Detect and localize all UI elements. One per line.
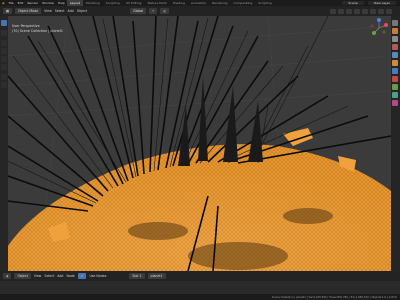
visibility-icon[interactable] (330, 8, 336, 14)
modifier-properties-icon[interactable] (392, 68, 398, 74)
zoom-icon[interactable] (382, 42, 388, 48)
world-properties-icon[interactable] (392, 52, 398, 58)
navigation-gizmo[interactable] (368, 17, 390, 39)
tool-properties-icon[interactable] (392, 20, 398, 26)
menu-file[interactable]: File (7, 1, 16, 5)
proportional-edit-icon[interactable]: ◎ (160, 8, 169, 14)
menu-select[interactable]: Select (55, 9, 65, 13)
physics-properties-icon[interactable] (392, 76, 398, 82)
cursor-icon[interactable] (1, 30, 7, 36)
shading-material-icon[interactable] (378, 8, 384, 14)
bottom-menu-select[interactable]: Select (44, 274, 54, 278)
camera-view-icon[interactable] (382, 62, 388, 68)
bottom-menu-view[interactable]: View (34, 274, 42, 278)
scene-stats: Scene Collection | planet1 | Verts:428,9… (271, 295, 397, 299)
render-properties-icon[interactable] (392, 28, 398, 34)
material-properties-icon[interactable] (392, 100, 398, 106)
rotate-icon[interactable] (1, 48, 7, 54)
editor-type-button-bottom[interactable]: ◈ (3, 273, 12, 279)
scene-selector[interactable]: Scene (342, 1, 364, 5)
data-properties-icon[interactable] (392, 92, 398, 98)
bottom-menu-node[interactable]: Node (66, 274, 74, 278)
measure-icon[interactable] (1, 82, 7, 88)
viewport-info: User Perspective (70) Scene Collection |… (12, 24, 63, 33)
slot-dropdown[interactable]: Slot 1 (129, 273, 145, 279)
overlay-toggle-icon[interactable] (346, 8, 352, 14)
editor-type-button[interactable]: ▦ (3, 8, 13, 14)
constraint-properties-icon[interactable] (392, 84, 398, 90)
move-icon[interactable] (1, 40, 7, 46)
3d-viewport[interactable] (8, 16, 391, 271)
xray-toggle-icon[interactable] (354, 8, 360, 14)
shading-solid-icon[interactable] (370, 8, 376, 14)
output-properties-icon[interactable] (392, 36, 398, 42)
y-axis-icon[interactable] (372, 31, 376, 35)
z-axis-icon[interactable] (377, 18, 381, 22)
bottom-object-dropdown[interactable]: Object (14, 273, 31, 279)
menu-view[interactable]: View (44, 9, 52, 13)
tool-shelf (0, 16, 8, 271)
annotate-icon[interactable] (1, 74, 7, 80)
scale-icon[interactable] (1, 56, 7, 62)
scene-properties-icon[interactable] (392, 44, 398, 50)
blender-logo-icon[interactable]: ◉ (0, 1, 7, 5)
view-layer-selector[interactable]: View Layer (367, 1, 396, 5)
menu-render[interactable]: Render (25, 1, 40, 5)
object-properties-icon[interactable] (392, 60, 398, 66)
select-box-icon[interactable] (1, 20, 7, 26)
snap-icon[interactable]: ⌖ (149, 8, 158, 14)
bottom-menu-add[interactable]: Add (57, 274, 63, 278)
gizmo-toggle-icon[interactable] (338, 8, 344, 14)
shading-rendered-icon[interactable] (386, 8, 392, 14)
menu-help[interactable]: Help (56, 1, 67, 5)
viewport-subtitle: (70) Scene Collection | planet1 (12, 28, 63, 33)
viewport-header: ▦ Object Mode View Select Add Object Glo… (0, 6, 400, 16)
properties-tabs (391, 16, 400, 271)
node-editor-area[interactable] (0, 281, 400, 294)
ortho-toggle-icon[interactable] (382, 72, 388, 78)
x-axis-icon[interactable] (384, 23, 388, 27)
shading-wireframe-icon[interactable] (362, 8, 368, 14)
menu-add[interactable]: Add (68, 9, 74, 13)
orientation-dropdown[interactable]: Global (130, 8, 147, 14)
pan-icon[interactable] (382, 52, 388, 58)
use-nodes-checkbox[interactable]: ✓ (77, 273, 87, 279)
material-selector[interactable]: planet1 (147, 273, 166, 279)
menu-window[interactable]: Window (40, 1, 56, 5)
shader-editor-header: ◈ Object View Select Add Node ✓ Use Node… (0, 271, 400, 281)
mode-dropdown[interactable]: Object Mode (15, 8, 42, 14)
menu-object[interactable]: Object (77, 9, 87, 13)
use-nodes-label: Use Nodes (89, 274, 107, 278)
transform-icon[interactable] (1, 64, 7, 70)
status-bar: Scene Collection | planet1 | Verts:428,9… (0, 294, 400, 300)
menu-edit[interactable]: Edit (16, 1, 26, 5)
scene-render (8, 16, 391, 271)
viewport-nav-buttons (382, 42, 390, 82)
